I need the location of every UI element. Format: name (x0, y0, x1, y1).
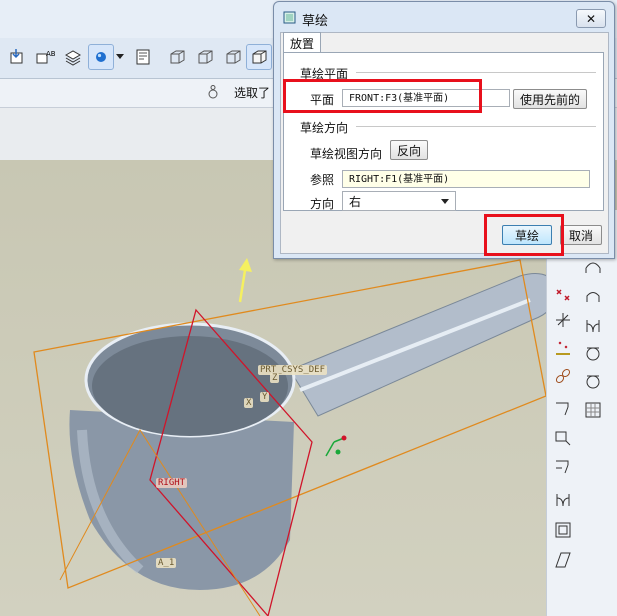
annotation-icon[interactable]: AB (32, 44, 58, 70)
arc-icon[interactable] (583, 286, 603, 306)
x-axis-label: X (244, 398, 254, 408)
round-icon[interactable] (583, 316, 603, 336)
layers-icon[interactable] (60, 44, 86, 70)
csys-icon[interactable] (553, 310, 573, 330)
divider (356, 72, 596, 73)
view-manager-icon[interactable] (130, 44, 156, 70)
hole-icon[interactable] (583, 344, 603, 364)
arc-icon[interactable] (583, 256, 603, 276)
axis-label: A_1 (156, 558, 177, 568)
cube-view-icon[interactable] (192, 44, 218, 70)
view-direction-label: 草绘视图方向 (310, 147, 383, 161)
divider (356, 126, 596, 127)
orientation-select[interactable]: 右 (342, 191, 456, 211)
spoon-handle (289, 273, 557, 417)
pattern-icon[interactable] (583, 400, 603, 420)
display-style-icon[interactable] (88, 44, 114, 70)
csys-glyph (325, 437, 345, 457)
use-previous-button[interactable]: 使用先前的 (513, 89, 587, 109)
direction-arrow-head (239, 258, 252, 272)
draft-icon[interactable] (553, 550, 573, 570)
feature-toolbar (546, 210, 617, 616)
reference-label: 参照 (310, 173, 335, 187)
csys-point (335, 449, 341, 455)
orientation-value: 右 (349, 194, 362, 209)
chevron-down-icon (441, 199, 449, 204)
appearance-icon[interactable] (246, 44, 272, 70)
plane-highlight (283, 79, 482, 113)
chevron-down-icon[interactable] (116, 54, 124, 59)
cube-view-icon[interactable] (220, 44, 246, 70)
sketch-tool-icon[interactable] (553, 398, 573, 418)
hole-icon[interactable] (583, 372, 603, 392)
cup-inner (92, 336, 288, 436)
flip-button[interactable]: 反向 (390, 140, 428, 160)
dialog-titlebar[interactable]: 草绘 ✕ (274, 2, 614, 32)
save-copy-icon[interactable] (4, 44, 30, 70)
sketch-tool-icon[interactable] (553, 428, 573, 448)
shell-icon[interactable] (553, 520, 573, 540)
sketch-button-highlight (484, 214, 564, 256)
close-icon[interactable]: ✕ (576, 9, 606, 28)
cube-view-icon[interactable] (164, 44, 190, 70)
svg-text:AB: AB (46, 50, 55, 58)
round-icon[interactable] (553, 490, 573, 510)
chain-icon[interactable] (553, 366, 573, 386)
point-icon[interactable] (553, 284, 573, 304)
reference-field[interactable]: RIGHT:F1(基准平面) (342, 170, 590, 188)
sketch-tool-icon[interactable] (553, 456, 573, 476)
right-plane-label: RIGHT (156, 478, 188, 488)
z-axis-label: Z (270, 373, 280, 383)
tab-panel: 草绘平面 平面 FRONT:F3(基准平面) 使用先前的 草绘方向 草绘视图方向… (283, 52, 604, 211)
datum-point-icon[interactable] (553, 338, 573, 358)
csys-point (341, 435, 347, 441)
tab-placement[interactable]: 放置 (283, 32, 321, 53)
orientation-label: 方向 (310, 197, 335, 211)
csys-label: PRT_CSYS_DEF (258, 365, 328, 375)
hint-icon (208, 85, 218, 99)
status-text: 选取了 (234, 86, 271, 100)
handle-highlight (299, 298, 531, 392)
sketch-dialog-icon (283, 11, 296, 24)
y-axis-label: Y (260, 392, 270, 402)
sketch-orientation-heading: 草绘方向 (300, 121, 349, 135)
dialog-title: 草绘 (302, 14, 329, 29)
cancel-button[interactable]: 取消 (560, 225, 602, 245)
